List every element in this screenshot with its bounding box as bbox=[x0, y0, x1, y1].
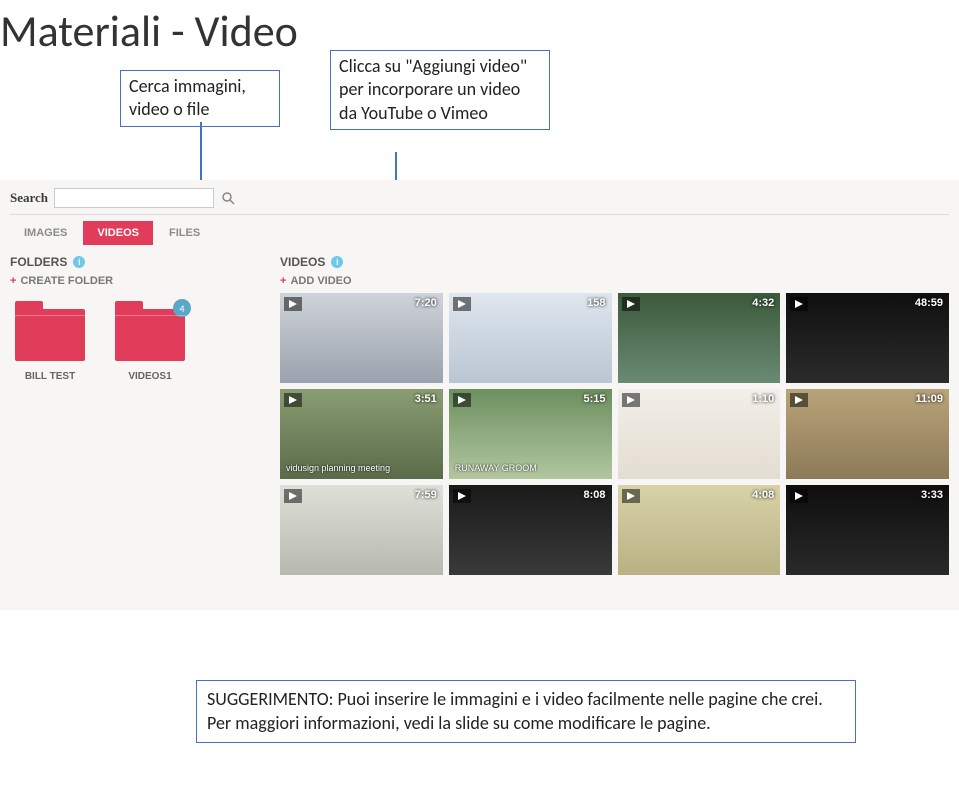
tabs: IMAGES VIDEOS FILES bbox=[0, 215, 959, 251]
video-thumbnail[interactable]: 11:09 bbox=[786, 389, 949, 479]
app-screenshot: Search IMAGES VIDEOS FILES FOLDERS i + C… bbox=[0, 180, 959, 610]
play-icon bbox=[453, 393, 471, 407]
video-duration: 4:08 bbox=[752, 489, 774, 501]
search-input[interactable] bbox=[54, 188, 214, 208]
folder-badge: 4 bbox=[173, 299, 191, 317]
folders-heading-label: FOLDERS bbox=[10, 255, 67, 269]
play-icon bbox=[790, 489, 808, 503]
video-duration: 3:33 bbox=[921, 489, 943, 501]
tip-line-2: Per maggiori informazioni, vedi la slide… bbox=[207, 712, 711, 734]
play-icon bbox=[284, 489, 302, 503]
video-duration: 158 bbox=[587, 297, 605, 309]
plus-icon: + bbox=[10, 275, 16, 287]
video-caption: vidusign planning meeting bbox=[286, 463, 390, 473]
play-icon bbox=[453, 297, 471, 311]
video-thumbnail[interactable]: 7:59 bbox=[280, 485, 443, 575]
callout-search: Cerca immagini, video o file bbox=[120, 70, 280, 127]
video-thumbnail[interactable]: 3:33 bbox=[786, 485, 949, 575]
video-duration: 4:32 bbox=[752, 297, 774, 309]
tab-images[interactable]: IMAGES bbox=[10, 221, 81, 245]
tip-label: SUGGERIMENTO: bbox=[207, 688, 338, 710]
video-thumbnail[interactable]: 4:08 bbox=[618, 485, 781, 575]
video-thumbnail[interactable]: 8:08 bbox=[449, 485, 612, 575]
videos-column: VIDEOS i + ADD VIDEO 7:20 158 4:32 48:59 3:5… bbox=[280, 255, 949, 575]
info-icon[interactable]: i bbox=[73, 256, 85, 268]
tab-files[interactable]: FILES bbox=[155, 221, 214, 245]
folder-item[interactable]: BILL TEST bbox=[10, 309, 90, 382]
video-thumbnail[interactable]: 5:15 RUNAWAY GROOM bbox=[449, 389, 612, 479]
video-thumbnail[interactable]: 3:51 vidusign planning meeting bbox=[280, 389, 443, 479]
search-bar: Search bbox=[0, 180, 959, 212]
video-duration: 48:59 bbox=[915, 297, 943, 309]
create-folder-button[interactable]: + CREATE FOLDER bbox=[10, 275, 260, 287]
search-icon[interactable] bbox=[220, 190, 236, 206]
folder-label: BILL TEST bbox=[10, 371, 90, 382]
tab-videos[interactable]: VIDEOS bbox=[83, 221, 153, 245]
folder-label: VIDEOS1 bbox=[110, 371, 190, 382]
video-thumbnail[interactable]: 1:10 bbox=[618, 389, 781, 479]
tip-line-1: Puoi inserire le immagini e i video faci… bbox=[338, 688, 823, 710]
play-icon bbox=[790, 297, 808, 311]
folders-column: FOLDERS i + CREATE FOLDER BILL TEST 4 VIDE… bbox=[10, 255, 260, 575]
videos-heading-label: VIDEOS bbox=[280, 255, 325, 269]
video-thumbnail[interactable]: 48:59 bbox=[786, 293, 949, 383]
video-duration: 8:08 bbox=[583, 489, 605, 501]
video-duration: 5:15 bbox=[583, 393, 605, 405]
video-duration: 1:10 bbox=[752, 393, 774, 405]
folder-icon bbox=[15, 309, 85, 361]
videos-heading: VIDEOS i bbox=[280, 255, 949, 269]
video-duration: 7:20 bbox=[415, 297, 437, 309]
video-thumbnail[interactable]: 7:20 bbox=[280, 293, 443, 383]
info-icon[interactable]: i bbox=[331, 256, 343, 268]
play-icon bbox=[622, 297, 640, 311]
folder-icon: 4 bbox=[115, 309, 185, 361]
tip-box: SUGGERIMENTO: Puoi inserire le immagini … bbox=[196, 680, 856, 743]
play-icon bbox=[284, 297, 302, 311]
video-duration: 7:59 bbox=[415, 489, 437, 501]
search-label: Search bbox=[10, 190, 48, 206]
add-video-label: ADD VIDEO bbox=[290, 275, 351, 287]
play-icon bbox=[284, 393, 302, 407]
play-icon bbox=[790, 393, 808, 407]
create-folder-label: CREATE FOLDER bbox=[20, 275, 113, 287]
folder-item[interactable]: 4 VIDEOS1 bbox=[110, 309, 190, 382]
video-duration: 11:09 bbox=[915, 393, 943, 405]
video-duration: 3:51 bbox=[415, 393, 437, 405]
callout-add-video: Clicca su "Aggiungi video" per incorpora… bbox=[330, 50, 550, 130]
video-caption: RUNAWAY GROOM bbox=[455, 463, 537, 473]
video-thumbnail[interactable]: 4:32 bbox=[618, 293, 781, 383]
play-icon bbox=[622, 393, 640, 407]
play-icon bbox=[453, 489, 471, 503]
plus-icon: + bbox=[280, 275, 286, 287]
play-icon bbox=[622, 489, 640, 503]
video-thumbnail[interactable]: 158 bbox=[449, 293, 612, 383]
folders-heading: FOLDERS i bbox=[10, 255, 260, 269]
add-video-button[interactable]: + ADD VIDEO bbox=[280, 275, 949, 287]
